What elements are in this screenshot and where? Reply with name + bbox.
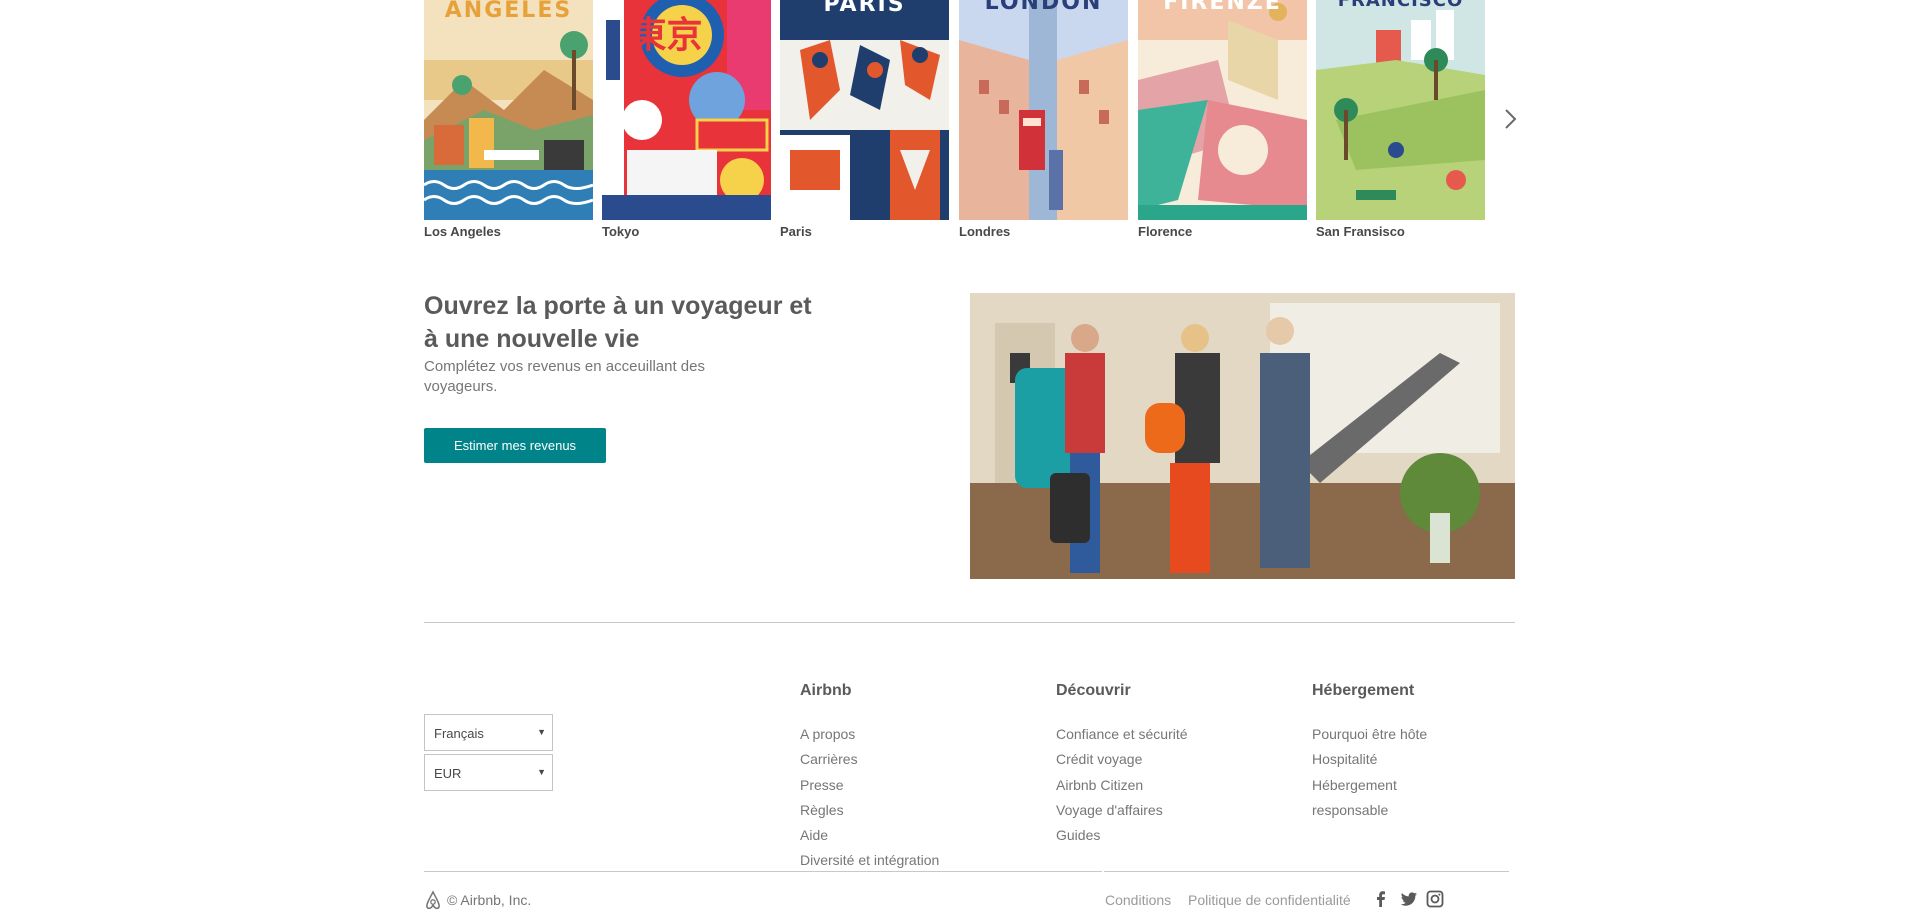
- airbnb-logo-icon: [426, 890, 440, 910]
- city-label[interactable]: Tokyo: [602, 224, 639, 239]
- facebook-icon[interactable]: [1372, 890, 1390, 908]
- footer-link[interactable]: Hospitalité: [1312, 747, 1427, 772]
- footer-link[interactable]: Aide: [800, 823, 939, 848]
- footer-heading-hebergement: Hébergement: [1312, 682, 1415, 699]
- host-section-subtitle: Complétez vos revenus en acceuillant des…: [424, 358, 705, 395]
- chevron-right-icon[interactable]: [1500, 106, 1522, 132]
- hosting-photo: [970, 293, 1515, 579]
- florence-poster: [1138, 0, 1307, 220]
- currency-select[interactable]: EUR ▼: [424, 754, 553, 791]
- footer-divider-left: [424, 871, 1102, 872]
- city-card-london[interactable]: LONDON: [959, 0, 1128, 220]
- host-section-title: Ouvrez la porte à un voyageur et à une n…: [424, 292, 812, 353]
- footer-link[interactable]: Hébergement: [1312, 773, 1427, 798]
- city-label[interactable]: Los Angeles: [424, 224, 501, 239]
- footer-link[interactable]: Diversité et intégration: [800, 848, 939, 873]
- instagram-icon[interactable]: [1426, 890, 1444, 908]
- city-label[interactable]: Londres: [959, 224, 1010, 239]
- city-label[interactable]: Paris: [780, 224, 812, 239]
- footer-link[interactable]: Voyage d'affaires: [1056, 798, 1188, 823]
- footer-link[interactable]: Confiance et sécurité: [1056, 722, 1188, 747]
- poster-title: FRANCISCO: [1337, 0, 1464, 11]
- city-card-florence[interactable]: FIRENZE: [1138, 0, 1307, 220]
- footer-link[interactable]: A propos: [800, 722, 939, 747]
- footer-links-decouvrir: Confiance et sécurité Crédit voyage Airb…: [1056, 722, 1188, 848]
- footer-link[interactable]: Guides: [1056, 823, 1188, 848]
- london-poster: [959, 0, 1128, 220]
- poster-title: 東京: [630, 15, 703, 56]
- language-value: Français: [434, 726, 484, 741]
- los-angeles-poster: [424, 0, 593, 220]
- footer-link[interactable]: Carrières: [800, 747, 939, 772]
- twitter-icon[interactable]: [1400, 890, 1418, 908]
- footer-heading-airbnb: Airbnb: [800, 682, 852, 699]
- estimate-earnings-button[interactable]: Estimer mes revenus: [424, 428, 606, 463]
- city-card-tokyo[interactable]: 東京: [602, 0, 771, 220]
- currency-value: EUR: [434, 766, 462, 781]
- footer-links-airbnb: A propos Carrières Presse Règles Aide Di…: [800, 722, 939, 874]
- language-select[interactable]: Français ▼: [424, 714, 553, 751]
- paris-poster: [780, 0, 949, 220]
- footer-links-hebergement: Pourquoi être hôte Hospitalité Hébergeme…: [1312, 722, 1427, 823]
- city-card-paris[interactable]: PARIS: [780, 0, 949, 220]
- footer-link[interactable]: Pourquoi être hôte: [1312, 722, 1427, 747]
- footer-link[interactable]: Presse: [800, 773, 939, 798]
- caret-down-icon: ▼: [537, 727, 546, 737]
- poster-title: ANGELES: [444, 0, 573, 23]
- city-card-los-angeles[interactable]: ANGELES: [424, 0, 593, 220]
- poster-title: PARIS: [823, 0, 906, 17]
- city-label[interactable]: San Fransisco: [1316, 224, 1405, 239]
- footer-divider-right: [1104, 871, 1509, 872]
- section-divider: [424, 622, 1515, 623]
- poster-title: LONDON: [984, 0, 1103, 15]
- city-label[interactable]: Florence: [1138, 224, 1192, 239]
- footer-link[interactable]: Règles: [800, 798, 939, 823]
- san-francisco-poster: [1316, 0, 1485, 220]
- privacy-link[interactable]: Politique de confidentialité: [1188, 892, 1351, 908]
- footer-link[interactable]: Airbnb Citizen: [1056, 773, 1188, 798]
- terms-link[interactable]: Conditions: [1105, 892, 1171, 908]
- city-card-san-francisco[interactable]: FRANCISCO: [1316, 0, 1485, 220]
- copyright-text: © Airbnb, Inc.: [447, 892, 532, 908]
- footer-link[interactable]: Crédit voyage: [1056, 747, 1188, 772]
- caret-down-icon: ▼: [537, 767, 546, 777]
- poster-title: FIRENZE: [1163, 0, 1282, 15]
- footer-heading-decouvrir: Découvrir: [1056, 682, 1131, 699]
- footer-link[interactable]: responsable: [1312, 798, 1427, 823]
